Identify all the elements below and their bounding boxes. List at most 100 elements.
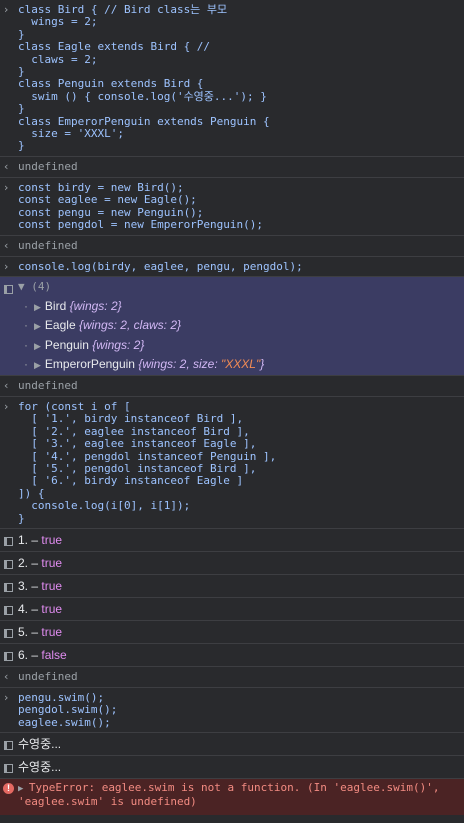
console-log-entry: 수영중...	[0, 756, 464, 780]
log-icon	[4, 558, 18, 572]
expand-triangle-icon: ▶	[18, 784, 29, 795]
log-message: 수영중...	[18, 737, 62, 752]
input-code: const birdy = new Bird(); const eaglee =…	[18, 180, 264, 232]
log-label: 6.	[18, 647, 29, 662]
boolean-value: true	[41, 578, 63, 593]
log-label: 3.	[18, 578, 29, 593]
console-result-entry: ‹ undefined	[0, 376, 464, 397]
string-value: "XXXL"	[221, 357, 261, 372]
object-item[interactable]: · ▶ Bird {wings: 2}	[0, 297, 464, 317]
input-code: pengu.swim(); pengdol.swim(); eaglee.swi…	[18, 690, 118, 729]
console-result-entry: ‹ undefined	[0, 157, 464, 178]
input-code: class Bird { // Bird class는 부모 wings = 2…	[18, 3, 270, 153]
log-separator: –	[28, 578, 42, 593]
boolean-value: true	[41, 624, 63, 639]
log-icon	[4, 762, 18, 776]
object-class-name: Eagle	[44, 318, 79, 333]
log-separator: –	[28, 624, 42, 639]
log-separator: –	[28, 647, 42, 662]
log-message: 2. – true	[0, 552, 464, 574]
error-icon: !	[3, 783, 14, 795]
log-label: 5.	[18, 624, 29, 639]
prompt-chevron-icon: ›	[4, 259, 9, 273]
console-log-entry: 5. – true	[0, 621, 464, 644]
prompt-chevron-icon: ›	[4, 3, 9, 16]
object-class-name: Bird	[44, 298, 70, 313]
return-chevron-icon: ‹	[4, 238, 9, 252]
return-chevron-icon: ‹	[4, 378, 9, 392]
log-icon	[4, 627, 18, 641]
console-panel: › class Bird { // Bird class는 부모 wings = …	[0, 0, 464, 816]
console-input-entry[interactable]: › class Bird { // Bird class는 부모 wings = …	[0, 0, 464, 157]
log-icon	[4, 581, 18, 595]
log-label: 4.	[18, 601, 29, 616]
log-group-header[interactable]: ▼ (4)	[0, 277, 464, 297]
log-message: 6. – false	[0, 644, 464, 666]
object-properties: {wings: 2, size:	[138, 357, 222, 372]
console-result-entry: ‹ undefined	[0, 236, 464, 257]
log-message: 수영중...	[18, 760, 62, 775]
console-input-entry[interactable]: › for (const i of [ [ '1.', birdy instanc…	[0, 397, 464, 529]
console-log-entry: 수영중...	[0, 733, 464, 757]
log-separator: –	[28, 601, 42, 616]
console-log-entry: 4. – true	[0, 598, 464, 621]
log-separator: –	[28, 532, 42, 547]
log-label: 1.	[18, 532, 29, 547]
log-icon	[4, 535, 18, 549]
result-value: undefined	[18, 378, 78, 392]
console-input-entry[interactable]: › console.log(birdy, eaglee, pengu, pengd…	[0, 257, 464, 277]
object-item[interactable]: · ▶ Eagle {wings: 2, claws: 2}	[0, 316, 464, 336]
log-icon	[4, 739, 18, 753]
collapsed-triangle-icon: ▶	[34, 340, 41, 351]
object-item[interactable]: · ▶ Penguin {wings: 2}	[0, 336, 464, 356]
boolean-value: true	[41, 601, 63, 616]
result-value: undefined	[18, 669, 78, 683]
prompt-chevron-icon: ›	[4, 399, 9, 413]
object-properties-close: }	[260, 357, 265, 372]
console-input-entry[interactable]: › pengu.swim(); pengdol.swim(); eaglee.sw…	[0, 688, 464, 734]
boolean-value: false	[41, 647, 67, 662]
collapsed-triangle-icon: ▶	[34, 360, 41, 371]
collapsed-triangle-icon: ▶	[34, 301, 41, 312]
log-icon	[4, 650, 18, 664]
prompt-chevron-icon: ›	[4, 690, 9, 704]
input-code: console.log(birdy, eaglee, pengu, pengdo…	[18, 259, 303, 273]
log-message: 1. – true	[0, 529, 464, 551]
input-code: for (const i of [ [ '1.', birdy instance…	[18, 399, 277, 525]
prompt-chevron-icon: ›	[4, 180, 9, 194]
log-icon	[4, 283, 18, 297]
console-log-group: ▼ (4) · ▶ Bird {wings: 2} · ▶ Eagle {wings: 2,…	[0, 276, 464, 376]
return-chevron-icon: ‹	[4, 159, 9, 173]
console-log-entry: 3. – true	[0, 575, 464, 598]
boolean-value: true	[41, 555, 63, 570]
console-input-entry[interactable]: › const birdy = new Bird(); const eaglee …	[0, 178, 464, 236]
object-properties: {wings: 2}	[69, 298, 122, 313]
bullet-icon: ·	[24, 318, 28, 333]
console-log-entry: 6. – false	[0, 644, 464, 667]
bullet-icon: ·	[24, 357, 28, 372]
boolean-value: true	[41, 532, 63, 547]
object-item[interactable]: · ▶ EmperorPenguin {wings: 2, size: "XXXL"…	[0, 355, 464, 375]
log-message: 5. – true	[0, 621, 464, 643]
log-label: 2.	[18, 555, 29, 570]
object-properties: {wings: 2}	[92, 337, 145, 352]
log-icon	[4, 604, 18, 618]
expand-triangle-icon: ▼	[18, 279, 32, 293]
console-log-entry: 1. – true	[0, 529, 464, 552]
log-separator: –	[28, 555, 42, 570]
error-message: TypeError: eaglee.swim is not a function…	[18, 781, 440, 808]
console-error-entry[interactable]: ! ▶ TypeError: eaglee.swim is not a funct…	[0, 779, 464, 816]
object-class-name: EmperorPenguin	[44, 357, 139, 372]
console-log-entry: 2. – true	[0, 552, 464, 575]
return-chevron-icon: ‹	[4, 669, 9, 683]
collapsed-triangle-icon: ▶	[34, 321, 41, 332]
object-class-name: Penguin	[44, 337, 93, 352]
log-message: 3. – true	[0, 575, 464, 597]
array-count: (4)	[31, 279, 52, 293]
bullet-icon: ·	[24, 298, 28, 313]
object-properties: {wings: 2, claws: 2}	[78, 318, 182, 333]
log-message: 4. – true	[0, 598, 464, 620]
console-result-entry: ‹ undefined	[0, 667, 464, 688]
bullet-icon: ·	[24, 337, 28, 352]
result-value: undefined	[18, 238, 78, 252]
